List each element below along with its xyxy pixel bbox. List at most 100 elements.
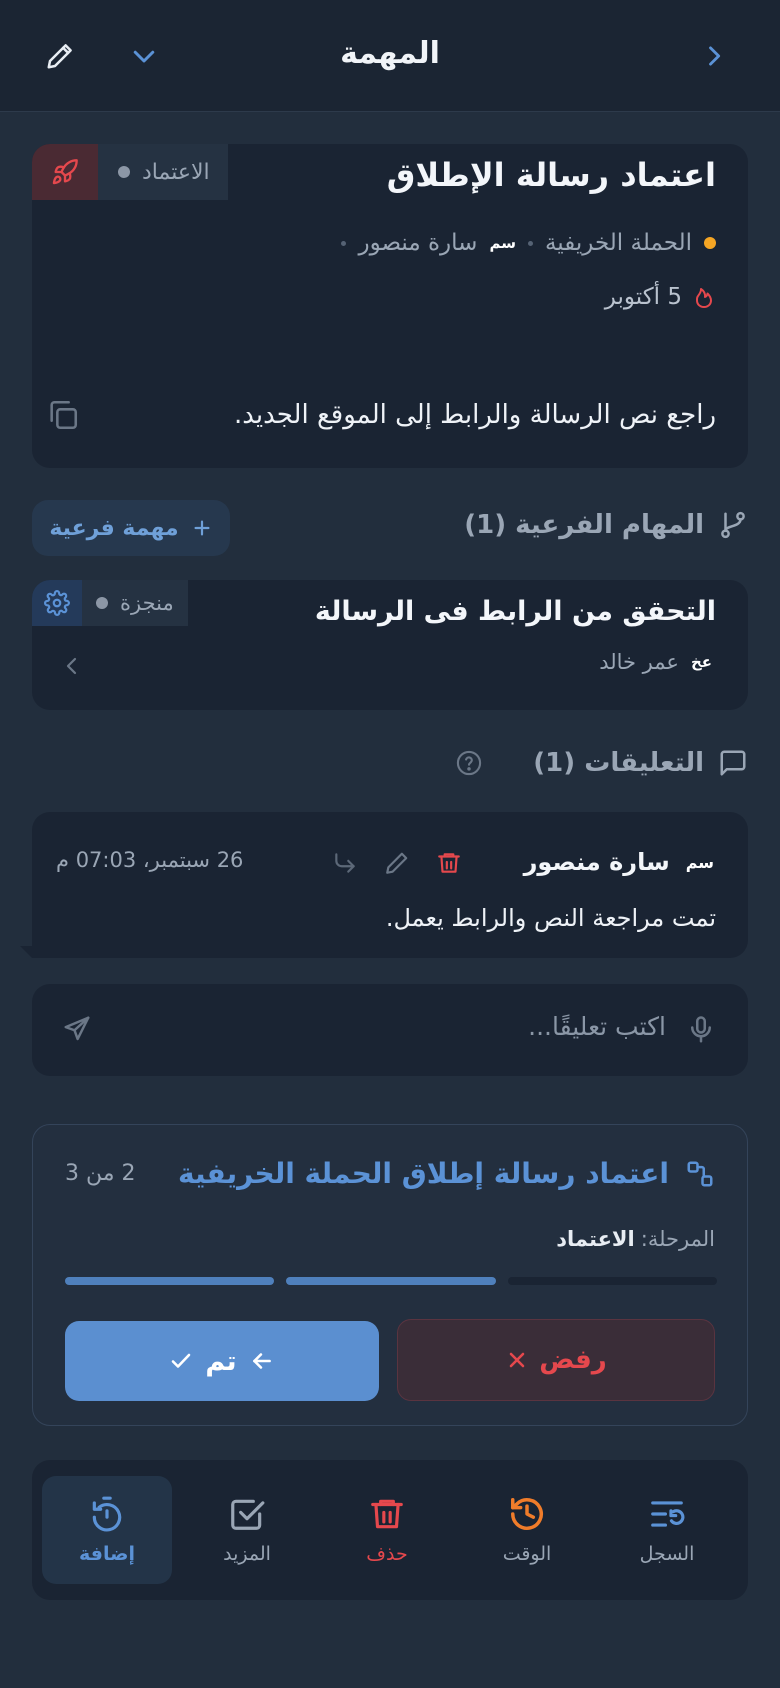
nav-history[interactable]: السجل bbox=[602, 1476, 732, 1584]
comment-timestamp: 26 سبتمبر، 07:03 م bbox=[56, 848, 244, 872]
workflow-stage: المرحلة: الاعتماد bbox=[556, 1227, 715, 1251]
status-badge[interactable]: الاعتماد bbox=[98, 144, 228, 200]
comment-bubble-tail bbox=[20, 946, 32, 958]
subtask-title: التحقق من الرابط فى الرسالة bbox=[314, 596, 716, 627]
task-description: راجع نص الرسالة والرابط إلى الموقع الجدي… bbox=[233, 400, 716, 430]
progress-segment bbox=[65, 1277, 275, 1285]
project-name[interactable]: الحملة الخريفية bbox=[545, 230, 692, 256]
status-badge-group: الاعتماد bbox=[32, 144, 228, 200]
done-button[interactable]: تم bbox=[65, 1321, 379, 1401]
comment-input-placeholder[interactable]: اكتب تعليقًا... bbox=[528, 1012, 666, 1041]
arrow-left-icon bbox=[252, 1353, 271, 1369]
subtask-status-label: منجزة bbox=[120, 591, 174, 615]
project-dot bbox=[704, 237, 716, 249]
plus-icon bbox=[194, 520, 210, 536]
type-badge bbox=[32, 144, 98, 200]
checkbox-icon bbox=[231, 1499, 265, 1530]
add-subtask-label: مهمة فرعية bbox=[49, 515, 179, 541]
workflow-card: اعتماد رسالة إطلاق الحملة الخريفية 2 من … bbox=[32, 1124, 748, 1426]
copy-button[interactable] bbox=[46, 398, 80, 432]
comment-item: سم سارة منصور 26 سبتمبر، 07:03 م تمت مرا… bbox=[32, 812, 748, 958]
progress-segment bbox=[286, 1277, 496, 1285]
nav-add-label: إضافة bbox=[79, 1543, 135, 1565]
nav-delete[interactable]: حذف bbox=[322, 1476, 452, 1584]
delete-comment-icon[interactable] bbox=[436, 850, 462, 876]
comment-author-row: سم سارة منصور bbox=[524, 848, 714, 876]
subtasks-heading: المهام الفرعية (1) bbox=[464, 510, 748, 540]
nav-more[interactable]: المزيد bbox=[182, 1476, 312, 1584]
subtask-status-badge-group: منجزة bbox=[32, 580, 188, 626]
nav-time-label: الوقت bbox=[502, 1543, 552, 1565]
clock-history-icon bbox=[511, 1498, 543, 1530]
workflow-progress bbox=[65, 1277, 717, 1285]
task-title: اعتماد رسالة الإطلاق bbox=[386, 156, 716, 194]
send-icon bbox=[64, 1016, 90, 1041]
git-branch-icon bbox=[721, 511, 745, 539]
edit-comment-icon[interactable] bbox=[384, 850, 410, 876]
rocket-icon bbox=[52, 159, 78, 185]
copy-icon bbox=[50, 400, 78, 430]
chevron-down-icon bbox=[133, 50, 155, 63]
reject-label: رفض bbox=[539, 1345, 607, 1375]
separator bbox=[341, 240, 347, 246]
comment-input-box[interactable]: اكتب تعليقًا... bbox=[32, 984, 748, 1076]
pencil-icon bbox=[47, 44, 72, 69]
assignee-name[interactable]: سارة منصور bbox=[358, 230, 477, 256]
task-card: اعتماد رسالة الإطلاق الاعتماد الحملة الخ… bbox=[32, 144, 748, 468]
nav-more-label: المزيد bbox=[223, 1543, 271, 1565]
app-header: المهمة bbox=[0, 0, 780, 112]
page-title: المهمة bbox=[340, 36, 440, 71]
nav-history-label: السجل bbox=[639, 1543, 695, 1565]
status-dot bbox=[118, 166, 130, 178]
nav-time[interactable]: الوقت bbox=[462, 1476, 592, 1584]
bottom-action-bar: السجل الوقت حذف المزيد إضافة bbox=[32, 1460, 748, 1600]
comment-author-avatar: سم bbox=[685, 852, 714, 872]
workflow-step-counter: 2 من 3 bbox=[65, 1161, 136, 1186]
done-label: تم bbox=[205, 1345, 237, 1377]
chevron-left-icon bbox=[66, 657, 77, 675]
subtask-item[interactable]: التحقق من الرابط فى الرسالة منجزة عخ عمر… bbox=[32, 580, 748, 710]
comments-title: التعليقات (1) bbox=[533, 748, 704, 778]
trash-icon bbox=[371, 1499, 403, 1529]
subtask-assignee-name: عمر خالد bbox=[599, 650, 679, 674]
workflow-title-row: اعتماد رسالة إطلاق الحملة الخريفية bbox=[178, 1157, 715, 1190]
check-icon bbox=[172, 1353, 191, 1368]
stage-label: المرحلة: bbox=[640, 1227, 715, 1251]
help-icon[interactable] bbox=[455, 749, 483, 777]
subtask-assignee-avatar: عخ bbox=[690, 653, 712, 671]
expand-button[interactable] bbox=[124, 36, 164, 76]
due-date-row: 5 أكتوبر bbox=[605, 284, 716, 310]
stage-value: الاعتماد bbox=[556, 1227, 635, 1251]
comment-author: سارة منصور bbox=[523, 848, 670, 876]
mic-button[interactable] bbox=[686, 1014, 716, 1046]
subtasks-title: المهام الفرعية (1) bbox=[464, 510, 704, 540]
history-list-icon bbox=[651, 1501, 685, 1527]
comments-heading: التعليقات (1) bbox=[455, 748, 748, 778]
edit-button[interactable] bbox=[40, 36, 80, 76]
add-subtask-button[interactable]: مهمة فرعية bbox=[32, 500, 230, 556]
nav-add[interactable]: إضافة bbox=[42, 1476, 172, 1584]
task-meta-row: الحملة الخريفية سم سارة منصور bbox=[341, 230, 716, 256]
subtask-open-chevron[interactable] bbox=[60, 652, 84, 680]
microphone-icon bbox=[691, 1016, 711, 1043]
send-button[interactable] bbox=[62, 1014, 92, 1044]
reject-button[interactable]: رفض bbox=[397, 1319, 715, 1401]
subtask-status-badge[interactable]: منجزة bbox=[82, 580, 188, 626]
progress-segment bbox=[507, 1277, 717, 1285]
comment-icon bbox=[720, 750, 746, 776]
status-dot bbox=[96, 597, 108, 609]
gear-icon bbox=[44, 590, 70, 616]
workflow-title[interactable]: اعتماد رسالة إطلاق الحملة الخريفية bbox=[178, 1157, 669, 1190]
reply-icon[interactable] bbox=[332, 850, 358, 876]
assignee-avatar: سم bbox=[489, 234, 516, 252]
due-date: 5 أكتوبر bbox=[604, 284, 682, 310]
timer-add-icon bbox=[92, 1496, 122, 1532]
workflow-icon bbox=[687, 1161, 713, 1186]
comment-text: تمت مراجعة النص والرابط يعمل. bbox=[385, 904, 716, 932]
separator bbox=[527, 240, 533, 246]
status-label: الاعتماد bbox=[142, 159, 210, 185]
subtask-meta-row: عخ عمر خالد bbox=[599, 650, 712, 674]
x-icon bbox=[509, 1352, 525, 1368]
subtask-type-badge bbox=[32, 580, 82, 626]
nav-delete-label: حذف bbox=[366, 1543, 408, 1565]
